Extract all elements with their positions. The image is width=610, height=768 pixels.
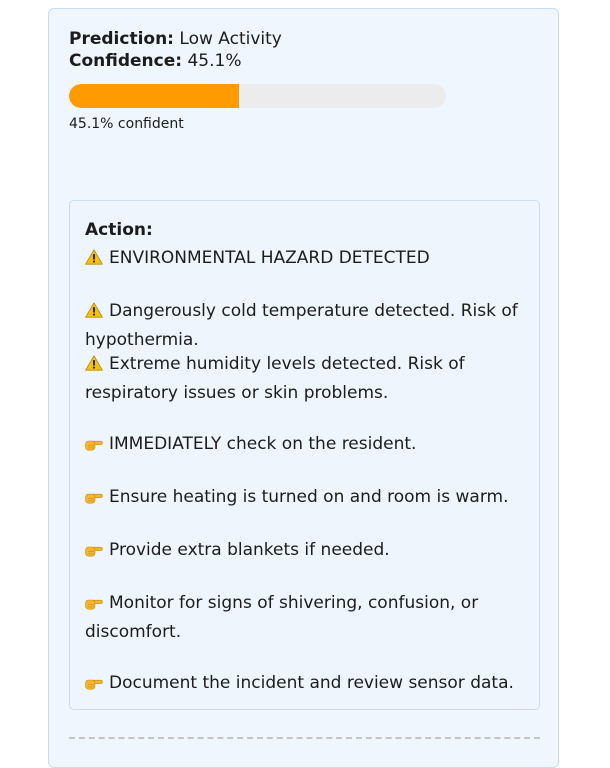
action-item-text: Provide extra blankets if needed.: [109, 540, 390, 560]
action-item-text: Monitor for signs of shivering, confusio…: [85, 593, 479, 642]
action-item-text: Ensure heating is turned on and room is …: [109, 487, 509, 507]
action-item: Dangerously cold temperature detected. R…: [85, 298, 535, 353]
pointing-hand-icon: [85, 672, 103, 699]
confidence-line: Confidence: 45.1%: [69, 50, 242, 72]
pointing-hand-icon: [85, 539, 103, 566]
warning-icon: [85, 353, 103, 380]
prediction-label: Prediction:: [69, 29, 174, 49]
action-item-text: Extreme humidity levels detected. Risk o…: [85, 354, 465, 403]
pointing-hand-icon: [85, 433, 103, 460]
action-item-text: IMMEDIATELY check on the resident.: [109, 434, 417, 454]
prediction-card: Prediction: Low Activity Confidence: 45.…: [48, 8, 559, 768]
action-item: Extreme humidity levels detected. Risk o…: [85, 351, 535, 406]
pointing-hand-icon: [85, 592, 103, 619]
pointing-hand-icon: [85, 486, 103, 513]
action-item-text: Dangerously cold temperature detected. R…: [85, 301, 518, 350]
action-item: IMMEDIATELY check on the resident.: [85, 431, 535, 460]
action-item: Monitor for signs of shivering, confusio…: [85, 590, 535, 645]
action-item-text: ENVIRONMENTAL HAZARD DETECTED: [109, 248, 430, 268]
action-item: ENVIRONMENTAL HAZARD DETECTED: [85, 245, 535, 274]
action-item: Document the incident and review sensor …: [85, 670, 535, 699]
section-divider: [69, 737, 540, 739]
confidence-label: Confidence:: [69, 51, 183, 71]
prediction-line: Prediction: Low Activity: [69, 28, 282, 50]
warning-icon: [85, 247, 103, 274]
confidence-progress-fill: [69, 84, 240, 108]
confidence-progress-bar: [69, 84, 446, 108]
prediction-value: Low Activity: [179, 29, 282, 49]
warning-icon: [85, 300, 103, 327]
action-item-text: Document the incident and review sensor …: [109, 673, 514, 693]
action-title: Action:: [85, 220, 153, 240]
action-item: Provide extra blankets if needed.: [85, 537, 535, 566]
confidence-caption: 45.1% confident: [69, 116, 184, 132]
action-item: Ensure heating is turned on and room is …: [85, 484, 535, 513]
confidence-value: 45.1%: [187, 51, 242, 71]
action-panel: Action: ENVIRONMENTAL HAZARD DETECTED Da…: [69, 200, 540, 710]
